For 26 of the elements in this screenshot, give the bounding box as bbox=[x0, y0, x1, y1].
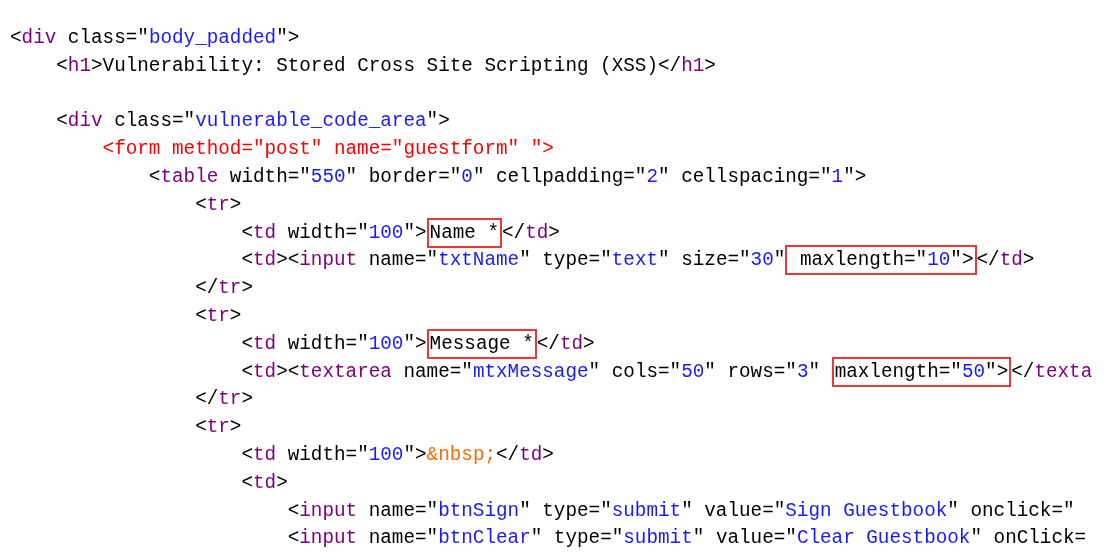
code-text: <td><input name="txtName" type="text" size="30" bbox=[240, 249, 786, 272]
code-text: <td><textarea name="mtxMessage" cols="50" rows="3" bbox=[240, 360, 822, 383]
code-text: <h1>Vulnerability: Stored Cross Site Scripting (XSS)</h1> bbox=[55, 54, 716, 77]
code-text: </tr> bbox=[194, 388, 253, 411]
code-text: </td> bbox=[536, 332, 595, 355]
code-text: <td width="100"> bbox=[240, 332, 427, 355]
code-text: </td> bbox=[502, 221, 560, 244]
code-text: <form method="post" name="guestform" "> bbox=[101, 138, 554, 161]
highlight-box: Name * bbox=[426, 217, 503, 248]
code-text: <td> bbox=[240, 471, 288, 494]
code-text: <input name="btnSign" type="submit" value="Sign Guestbook" onclick=" bbox=[286, 499, 1075, 522]
highlight-box: maxlength="50"> bbox=[831, 356, 1012, 387]
highlight-box: maxlength="10"> bbox=[785, 245, 977, 276]
code-text: <td width="100"> bbox=[240, 221, 427, 244]
code-text: <div class="vulnerable_code_area"> bbox=[55, 110, 450, 133]
code-text: <td width="100">&nbsp;</td> bbox=[240, 443, 554, 466]
code-text: </td> bbox=[976, 249, 1035, 272]
code-text: <input name="btnClear" type="submit" value="Clear Guestbook" onClick= bbox=[286, 527, 1087, 550]
code-text: <tr> bbox=[194, 193, 242, 216]
code-text: <tr> bbox=[194, 416, 242, 439]
code-text: <div class="body_padded"> bbox=[10, 27, 300, 49]
code-text: <table width="550" border="0" cellpadding="2" cellspacing="1"> bbox=[147, 166, 867, 188]
code-text: </tr> bbox=[194, 277, 253, 300]
code-text: <tr> bbox=[194, 304, 242, 327]
code-text: </texta bbox=[1011, 360, 1093, 383]
highlight-box: Message * bbox=[426, 328, 537, 359]
